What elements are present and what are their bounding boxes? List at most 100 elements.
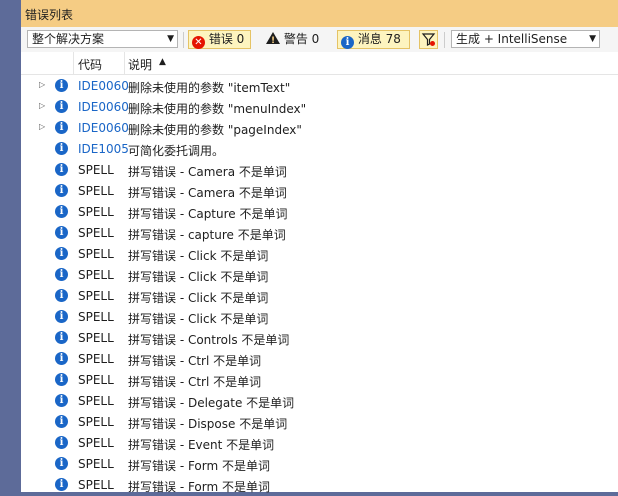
sort-ascending-icon: ▲ <box>159 57 166 67</box>
info-icon: i <box>55 478 68 491</box>
row-description: 拼写错误 - Dispose 不是单词 <box>128 417 288 431</box>
build-source-value: 生成 + IntelliSense <box>456 32 568 46</box>
row-code: SPELL <box>78 310 114 324</box>
row-description: 拼写错误 - Delegate 不是单词 <box>128 396 295 410</box>
column-divider[interactable] <box>124 52 125 74</box>
row-description: 可简化委托调用。 <box>128 144 225 158</box>
table-row[interactable]: i SPELL 拼写错误 - capture 不是单词 <box>21 223 618 244</box>
row-code: SPELL <box>78 205 114 219</box>
toolbar-divider <box>183 32 184 48</box>
table-row[interactable]: ▷ i IDE0060 删除未使用的参数 "itemText" <box>21 76 618 97</box>
build-source-dropdown[interactable]: 生成 + IntelliSense ▼ <box>451 30 600 48</box>
warnings-label: 警告 0 <box>283 32 320 46</box>
table-row[interactable]: i SPELL 拼写错误 - Event 不是单词 <box>21 433 618 454</box>
info-icon: i <box>55 79 68 92</box>
row-description: 删除未使用的参数 "pageIndex" <box>128 123 302 137</box>
row-description: 拼写错误 - Click 不是单词 <box>128 249 269 263</box>
column-divider[interactable] <box>73 52 74 74</box>
info-icon: i <box>55 268 68 281</box>
table-row[interactable]: i SPELL 拼写错误 - Click 不是单词 <box>21 307 618 328</box>
toolbar-divider <box>444 32 445 48</box>
funnel-icon <box>421 33 436 46</box>
chevron-down-icon: ▼ <box>167 34 174 44</box>
info-icon: i <box>55 394 68 407</box>
table-row[interactable]: i SPELL 拼写错误 - Delegate 不是单词 <box>21 391 618 412</box>
table-row[interactable]: i SPELL 拼写错误 - Click 不是单词 <box>21 265 618 286</box>
panel-title-bar[interactable]: 错误列表 <box>21 0 618 28</box>
row-description: 删除未使用的参数 "itemText" <box>128 81 291 95</box>
info-icon: i <box>55 457 68 470</box>
row-description: 拼写错误 - Ctrl 不是单词 <box>128 354 262 368</box>
info-icon: i <box>55 163 68 176</box>
row-code[interactable]: IDE0060 <box>78 121 129 135</box>
info-icon: i <box>55 415 68 428</box>
row-code[interactable]: IDE1005 <box>78 142 129 156</box>
info-icon: i <box>55 100 68 113</box>
code-column-header[interactable]: 代码 <box>78 56 102 73</box>
row-description: 拼写错误 - Capture 不是单词 <box>128 207 288 221</box>
info-icon: i <box>341 36 354 49</box>
info-icon: i <box>55 184 68 197</box>
table-row[interactable]: i SPELL 拼写错误 - Dispose 不是单词 <box>21 412 618 433</box>
table-row[interactable]: i SPELL 拼写错误 - Camera 不是单词 <box>21 181 618 202</box>
panel-title: 错误列表 <box>25 8 74 22</box>
info-icon: i <box>55 289 68 302</box>
row-code: SPELL <box>78 184 114 198</box>
table-row[interactable]: i SPELL 拼写错误 - Form 不是单词 <box>21 475 618 496</box>
row-code[interactable]: IDE0060 <box>78 79 129 93</box>
filter-toggle-button[interactable] <box>419 30 438 49</box>
error-list-toolbar: 整个解决方案 ▼ ✕ 错误 0 警告 0 i 消息 78 生成 + Intell… <box>21 27 618 52</box>
row-description: 拼写错误 - Form 不是单词 <box>128 480 271 494</box>
column-header-row: 代码 说明 ▲ <box>21 52 618 75</box>
table-row[interactable]: i SPELL 拼写错误 - Controls 不是单词 <box>21 328 618 349</box>
messages-filter-button[interactable]: i 消息 78 <box>337 30 410 49</box>
row-code: SPELL <box>78 268 114 282</box>
expand-arrow-icon[interactable]: ▷ <box>39 80 45 89</box>
row-code[interactable]: IDE0060 <box>78 100 129 114</box>
table-row[interactable]: i SPELL 拼写错误 - Click 不是单词 <box>21 286 618 307</box>
row-description: 删除未使用的参数 "menuIndex" <box>128 102 307 116</box>
row-code: SPELL <box>78 289 114 303</box>
row-description: 拼写错误 - Click 不是单词 <box>128 270 269 284</box>
row-description: 拼写错误 - Click 不是单词 <box>128 291 269 305</box>
scope-dropdown[interactable]: 整个解决方案 ▼ <box>27 30 178 48</box>
table-row[interactable]: i SPELL 拼写错误 - Capture 不是单词 <box>21 202 618 223</box>
row-code: SPELL <box>78 163 114 177</box>
row-code: SPELL <box>78 394 114 408</box>
row-description: 拼写错误 - Controls 不是单词 <box>128 333 290 347</box>
row-code: SPELL <box>78 457 114 471</box>
row-description: 拼写错误 - Camera 不是单词 <box>128 186 287 200</box>
row-code: SPELL <box>78 226 114 240</box>
table-row[interactable]: ▷ i IDE0060 删除未使用的参数 "pageIndex" <box>21 118 618 139</box>
row-code: SPELL <box>78 352 114 366</box>
error-list-grid: 代码 说明 ▲ ▷ i IDE0060 删除未使用的参数 "itemText" ▷ i ID… <box>21 52 618 494</box>
left-dock-strip <box>0 0 21 492</box>
row-code: SPELL <box>78 373 114 387</box>
description-column-header[interactable]: 说明 <box>128 56 152 73</box>
table-row[interactable]: i IDE1005 可简化委托调用。 <box>21 139 618 160</box>
scope-value: 整个解决方案 <box>32 32 105 46</box>
table-row[interactable]: i SPELL 拼写错误 - Camera 不是单词 <box>21 160 618 181</box>
messages-label: 消息 78 <box>357 32 401 46</box>
row-code: SPELL <box>78 331 114 345</box>
table-row[interactable]: ▷ i IDE0060 删除未使用的参数 "menuIndex" <box>21 97 618 118</box>
info-icon: i <box>55 352 68 365</box>
warning-icon <box>266 32 280 50</box>
table-row[interactable]: i SPELL 拼写错误 - Ctrl 不是单词 <box>21 349 618 370</box>
table-row[interactable]: i SPELL 拼写错误 - Click 不是单词 <box>21 244 618 265</box>
errors-label: 错误 0 <box>208 32 245 46</box>
errors-filter-button[interactable]: ✕ 错误 0 <box>188 30 251 49</box>
expand-arrow-icon[interactable]: ▷ <box>39 122 45 131</box>
table-row[interactable]: i SPELL 拼写错误 - Form 不是单词 <box>21 454 618 475</box>
info-icon: i <box>55 247 68 260</box>
info-icon: i <box>55 331 68 344</box>
info-icon: i <box>55 205 68 218</box>
info-icon: i <box>55 373 68 386</box>
row-code: SPELL <box>78 247 114 261</box>
warnings-filter-button[interactable]: 警告 0 <box>262 30 328 50</box>
table-row[interactable]: i SPELL 拼写错误 - Ctrl 不是单词 <box>21 370 618 391</box>
row-code: SPELL <box>78 436 114 450</box>
error-icon: ✕ <box>192 36 205 49</box>
expand-arrow-icon[interactable]: ▷ <box>39 101 45 110</box>
row-description: 拼写错误 - Event 不是单词 <box>128 438 275 452</box>
